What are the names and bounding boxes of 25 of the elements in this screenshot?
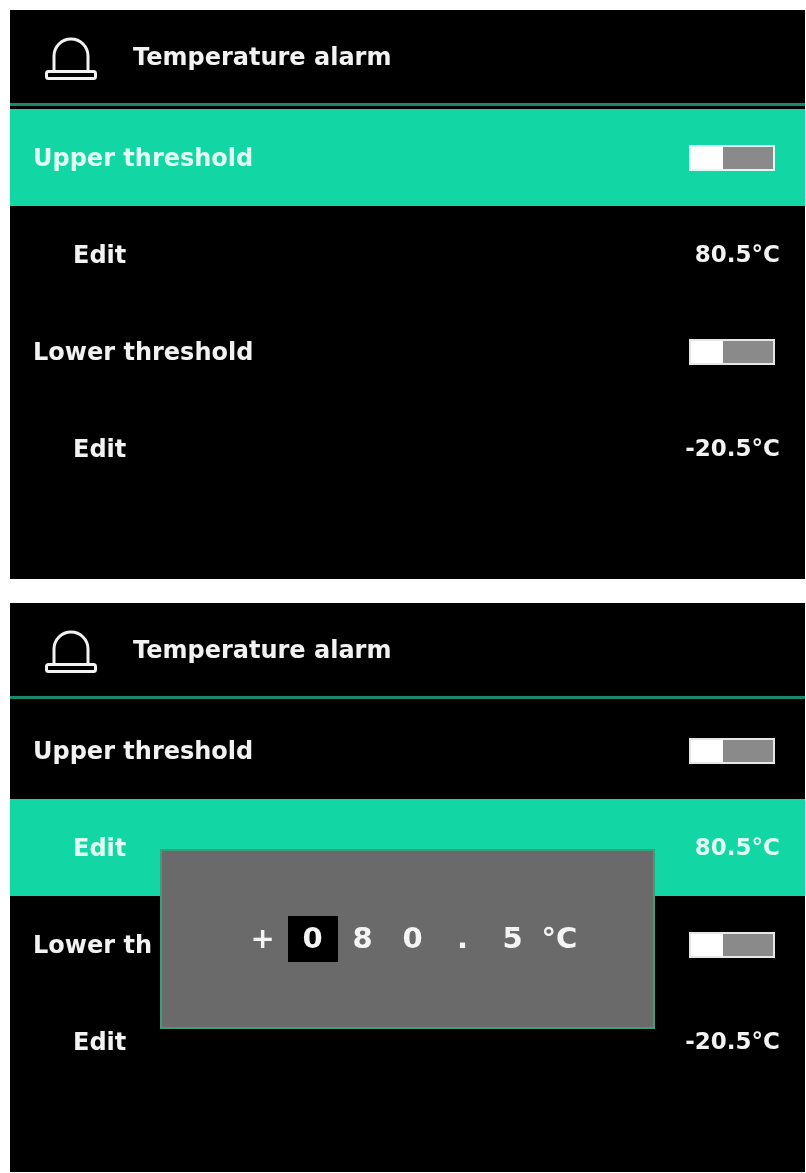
row-label: Lower threshold: [33, 336, 254, 368]
screen-title: Temperature alarm: [133, 634, 392, 666]
toggle-switch[interactable]: [689, 931, 775, 958]
value-text: 80.5°C: [694, 833, 780, 863]
value-text: -20.5°C: [685, 434, 780, 464]
screen-title: Temperature alarm: [133, 41, 392, 73]
row-label: Edit: [73, 832, 127, 864]
entry-character[interactable]: .: [437, 916, 488, 962]
row-label: Upper threshold: [33, 735, 254, 767]
toggle-switch[interactable]: [689, 144, 775, 171]
toggle-switch[interactable]: [689, 737, 775, 764]
entry-character[interactable]: 0: [287, 916, 338, 962]
unit-label: °C: [541, 920, 578, 958]
value-text: -20.5°C: [685, 1027, 780, 1057]
value-text: 80.5°C: [694, 240, 780, 270]
row-label: Edit: [73, 1026, 127, 1058]
entry-character[interactable]: 0: [387, 916, 438, 962]
entry-character[interactable]: 8: [337, 916, 388, 962]
entry-character[interactable]: +: [237, 916, 288, 962]
entry-character[interactable]: 5: [487, 916, 538, 962]
row-label: Lower th: [33, 929, 152, 961]
row-label: Edit: [73, 433, 127, 465]
row-label: Edit: [73, 239, 127, 271]
row-label: Upper threshold: [33, 142, 254, 174]
toggle-switch[interactable]: [689, 338, 775, 365]
